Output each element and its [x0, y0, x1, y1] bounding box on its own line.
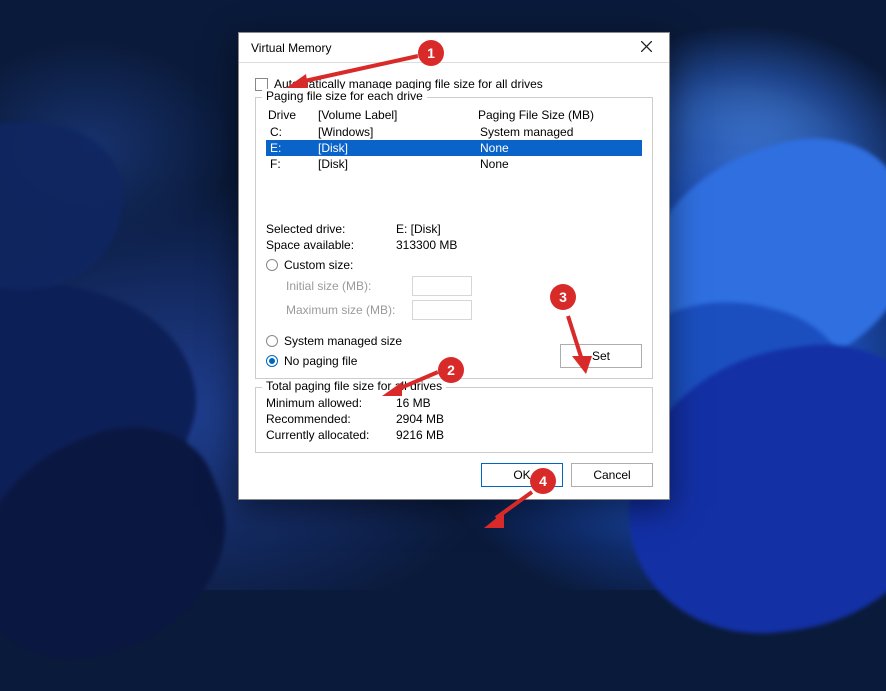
recommended-label: Recommended:	[266, 412, 396, 426]
radio-nopaging-label: No paging file	[284, 354, 357, 368]
radio-system-managed[interactable]	[266, 335, 278, 347]
recommended-value: 2904 MB	[396, 412, 642, 426]
drive-list-header: Drive [Volume Label] Paging File Size (M…	[268, 108, 642, 122]
close-icon	[641, 41, 652, 55]
virtual-memory-dialog: Virtual Memory Automatically manage pagi…	[238, 32, 670, 500]
annotation-marker-2: 2	[438, 357, 464, 383]
annotation-arrow-2	[378, 368, 444, 398]
selected-drive-label: Selected drive:	[266, 222, 396, 236]
initial-size-label: Initial size (MB):	[286, 279, 412, 293]
min-allowed-value: 16 MB	[396, 396, 642, 410]
col-size: Paging File Size (MB)	[478, 108, 642, 122]
radio-no-paging[interactable]	[266, 355, 278, 367]
space-available-label: Space available:	[266, 238, 396, 252]
maximum-size-label: Maximum size (MB):	[286, 303, 412, 317]
currently-allocated-value: 9216 MB	[396, 428, 642, 442]
annotation-arrow-1	[282, 52, 424, 92]
maximum-size-input[interactable]	[412, 300, 472, 320]
col-volume: [Volume Label]	[318, 108, 478, 122]
space-available-value: 313300 MB	[396, 238, 642, 252]
col-drive: Drive	[268, 108, 318, 122]
drive-row[interactable]: E: [Disk] None	[266, 140, 642, 156]
cancel-button[interactable]: Cancel	[571, 463, 653, 487]
annotation-marker-1: 1	[418, 40, 444, 66]
radio-system-label: System managed size	[284, 334, 402, 348]
radio-custom-size[interactable]	[266, 259, 278, 271]
selected-drive-value: E: [Disk]	[396, 222, 642, 236]
close-button[interactable]	[631, 35, 661, 61]
drive-row[interactable]: F: [Disk] None	[266, 156, 642, 172]
radio-custom-label: Custom size:	[284, 258, 353, 272]
annotation-arrow-3	[562, 312, 598, 378]
annotation-arrow-4	[478, 488, 538, 532]
annotation-marker-3: 3	[550, 284, 576, 310]
currently-allocated-label: Currently allocated:	[266, 428, 396, 442]
drive-list[interactable]: C: [Windows] System managed E: [Disk] No…	[266, 124, 642, 210]
initial-size-input[interactable]	[412, 276, 472, 296]
annotation-marker-4: 4	[530, 468, 556, 494]
drive-row[interactable]: C: [Windows] System managed	[266, 124, 642, 140]
group-total-paging: Total paging file size for all drives Mi…	[255, 387, 653, 453]
min-allowed-label: Minimum allowed:	[266, 396, 396, 410]
